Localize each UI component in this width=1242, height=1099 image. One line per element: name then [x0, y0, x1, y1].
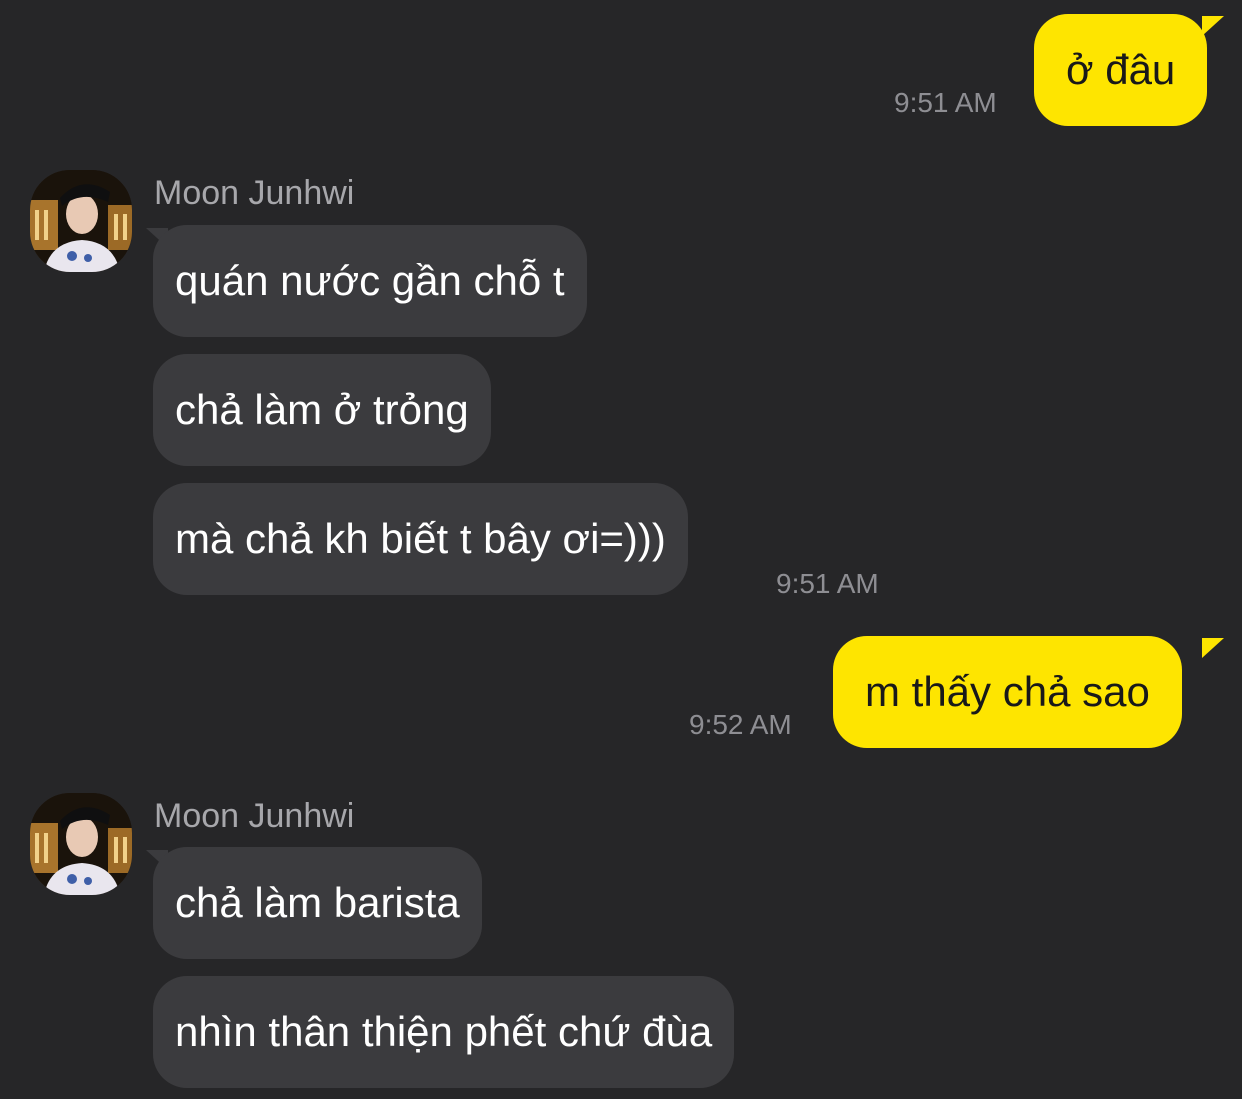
outgoing-message-bubble[interactable]: ở đâu [1034, 14, 1208, 126]
avatar-photo-icon [30, 793, 132, 895]
incoming-message-bubble[interactable]: chả làm barista [153, 847, 482, 959]
message-timestamp: 9:52 AM [689, 709, 792, 740]
chat-thread: 9:51 AM ở đâu Moon Junhwi quán nước gần … [0, 0, 1242, 1099]
incoming-message-bubble[interactable]: chả làm ở trỏng [153, 354, 491, 466]
incoming-message-bubble[interactable]: quán nước gần chỗ t [153, 225, 587, 337]
message-timestamp: 9:51 AM [776, 568, 879, 599]
avatar-photo-icon [30, 170, 132, 272]
contact-name: Moon Junhwi [154, 174, 355, 212]
contact-avatar[interactable] [30, 793, 132, 895]
outgoing-bubble-tail [1202, 16, 1224, 36]
outgoing-message-bubble[interactable]: m thấy chả sao [833, 636, 1182, 748]
contact-avatar[interactable] [30, 170, 132, 272]
contact-name: Moon Junhwi [154, 797, 355, 835]
message-timestamp: 9:51 AM [894, 87, 997, 118]
incoming-message-bubble[interactable]: mà chả kh biết t bây ơi=))) [153, 483, 688, 595]
incoming-message-bubble[interactable]: nhìn thân thiện phết chứ đùa [153, 976, 735, 1088]
outgoing-bubble-tail [1202, 638, 1224, 658]
